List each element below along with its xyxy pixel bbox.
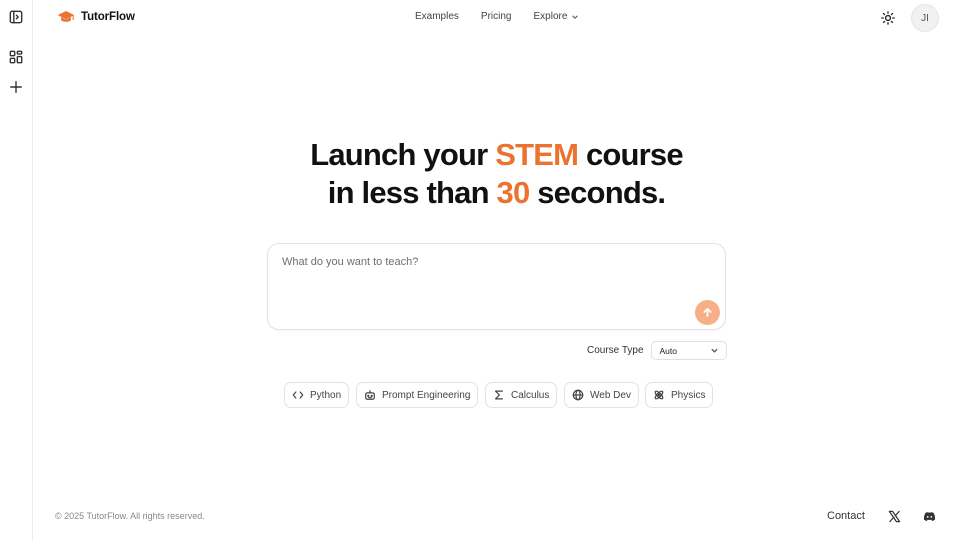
- new-course-button[interactable]: [6, 77, 26, 97]
- hero-line-2-end: seconds.: [529, 175, 666, 210]
- user-avatar[interactable]: JI: [911, 4, 939, 32]
- dashboard-button[interactable]: [6, 47, 26, 67]
- chip-label: Calculus: [511, 389, 550, 401]
- grid-icon: [9, 50, 23, 64]
- nav-explore-label: Explore: [533, 11, 568, 22]
- hero-headline: Launch your STEM course in less than 30 …: [33, 136, 960, 212]
- discord-icon: [923, 511, 935, 521]
- arrow-up-icon: [703, 308, 712, 317]
- chip-label: Python: [310, 389, 342, 401]
- sidebar-toggle-button[interactable]: [6, 7, 26, 27]
- hero-line-1: Launch your STEM course: [33, 136, 960, 174]
- course-type-label: Course Type: [587, 345, 644, 356]
- theme-toggle-button[interactable]: [879, 9, 897, 27]
- chevron-down-icon: [710, 348, 718, 353]
- footer-copyright: © 2025 TutorFlow. All rights reserved.: [55, 511, 205, 521]
- hero-accent-stem: STEM: [495, 137, 579, 172]
- sigma-icon: [494, 390, 504, 400]
- chip-physics[interactable]: Physics: [645, 382, 714, 408]
- robot-icon: [365, 390, 375, 400]
- hero-line-2: in less than 30 seconds.: [33, 174, 960, 212]
- send-button[interactable]: [695, 300, 720, 325]
- sidebar-toggle-icon: [9, 10, 23, 24]
- nav-explore[interactable]: Explore: [533, 11, 579, 22]
- atom-icon: [654, 390, 664, 400]
- hero-line-1-end: course: [578, 137, 684, 172]
- prompt-input[interactable]: [282, 256, 682, 268]
- brand-name: TutorFlow: [81, 11, 135, 23]
- graduation-cap-icon: [57, 11, 75, 22]
- prompt-box: [267, 243, 726, 330]
- hero-line-2-start: in less than: [327, 175, 497, 210]
- course-type-select[interactable]: Auto: [650, 341, 727, 360]
- hero-accent-number: 30: [496, 175, 531, 210]
- x-twitter-link[interactable]: [887, 509, 901, 523]
- plus-icon: [10, 81, 22, 93]
- chevron-down-icon: [572, 14, 579, 19]
- chip-prompt-engineering[interactable]: Prompt Engineering: [356, 382, 479, 408]
- sidebar: [0, 0, 33, 540]
- code-icon: [292, 391, 304, 399]
- discord-link[interactable]: [922, 509, 936, 523]
- chip-web-dev[interactable]: Web Dev: [564, 382, 639, 408]
- globe-icon: [572, 389, 584, 401]
- hero-line-1-start: Launch your: [310, 137, 496, 172]
- sun-icon: [881, 11, 895, 25]
- chip-label: Physics: [671, 389, 706, 401]
- x-logo-icon: [888, 510, 900, 522]
- nav-examples[interactable]: Examples: [415, 11, 459, 22]
- chip-label: Prompt Engineering: [382, 389, 471, 401]
- chip-label: Web Dev: [590, 389, 631, 401]
- footer-contact-link[interactable]: Contact: [827, 510, 865, 522]
- top-bar: TutorFlow Examples Pricing Explore JI: [33, 0, 960, 36]
- brand-logo-link[interactable]: TutorFlow: [57, 9, 135, 25]
- course-type-value: Auto: [659, 345, 678, 356]
- nav-pricing[interactable]: Pricing: [481, 11, 512, 22]
- chip-calculus[interactable]: Calculus: [485, 382, 558, 408]
- chip-python[interactable]: Python: [284, 382, 350, 408]
- course-type-control: Course Type Auto: [587, 341, 727, 360]
- main-nav: Examples Pricing Explore: [415, 11, 579, 22]
